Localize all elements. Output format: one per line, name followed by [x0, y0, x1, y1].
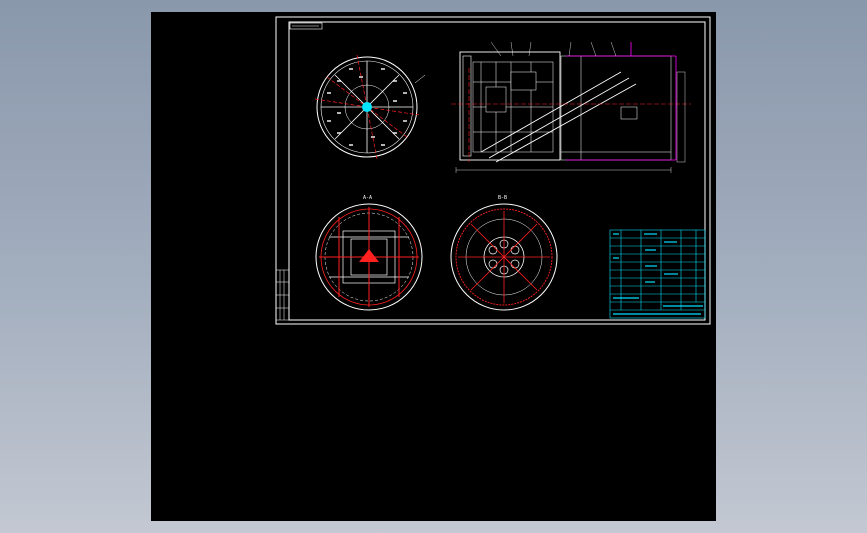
cutterhead-front-view	[314, 54, 426, 160]
cutterhead-hub	[362, 102, 372, 112]
cad-viewport[interactable]: A-A B-B	[151, 12, 716, 521]
section-a-label: A-A	[363, 195, 372, 201]
section-b-view: B-B	[450, 195, 558, 311]
section-b-label: B-B	[498, 195, 507, 201]
revision-strip	[275, 269, 290, 321]
screw-conveyor	[480, 71, 637, 163]
tbm-side-view	[451, 41, 691, 173]
section-a-view: A-A	[315, 195, 423, 311]
title-block	[609, 229, 706, 319]
drawing-sheet: A-A B-B	[275, 16, 711, 325]
shield-outline-accent	[566, 42, 677, 161]
